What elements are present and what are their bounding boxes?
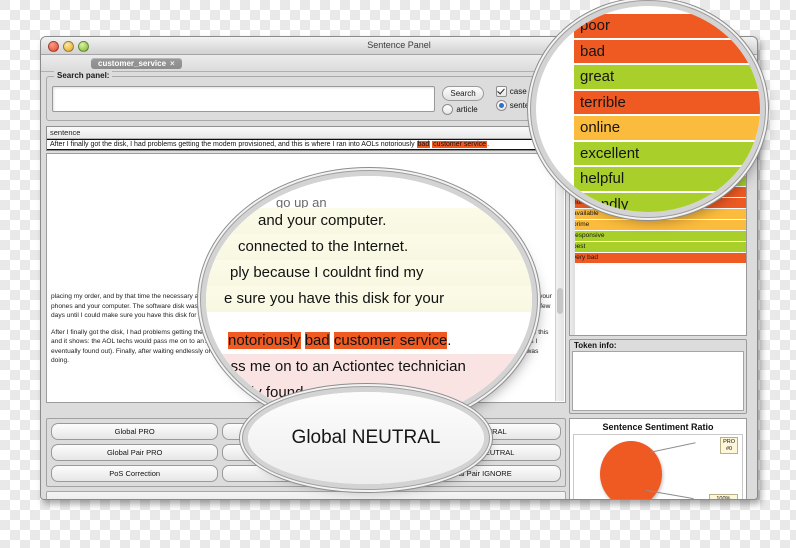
magnified-word-list-item: poor xyxy=(574,14,760,40)
tab-label: customer_service xyxy=(98,58,167,68)
magnified-word-list-item: bad xyxy=(574,39,760,65)
pie-callout-contra: 100% CONTRA xyxy=(708,494,738,500)
radio-article[interactable]: article xyxy=(442,104,483,115)
magnified-line-4: ply because I couldnt find my xyxy=(206,260,532,286)
magnified-line-3: connected to the Internet. xyxy=(206,234,532,260)
magnifier-lens-button-content: Global NEUTRAL xyxy=(248,392,484,484)
word-list-item[interactable]: prime xyxy=(570,220,746,231)
radio-article-label: article xyxy=(456,105,478,114)
pie-callout-pro-line1: PRO xyxy=(723,439,735,445)
search-input[interactable] xyxy=(53,87,435,111)
radio-article-icon[interactable] xyxy=(442,104,454,115)
table-row-negative-token-2: customer service xyxy=(432,141,488,148)
magnified-word-list-item: helpful xyxy=(574,167,760,193)
magnifier-lens-word-list: poor bad great terrible online excellent helpf… xyxy=(536,6,760,212)
magnifier-lens-document-content: go up an and your computer. connected to… xyxy=(206,176,532,424)
search-input-wrapper[interactable] xyxy=(52,86,436,112)
document-scrollbar-thumb[interactable] xyxy=(557,287,563,314)
magnified-token-period: . xyxy=(447,332,452,349)
table-column-header-sentence: sentence xyxy=(47,127,565,139)
magnified-line-2: and your computer. xyxy=(206,208,532,234)
magnified-word-list-item: online xyxy=(574,116,760,142)
magnified-line-1: go up an xyxy=(276,195,327,208)
sentence-results-table: sentence After I finally got the disk, I… xyxy=(46,126,566,151)
chart-plot-area: PRO #0 100% CONTRA xyxy=(573,434,743,500)
pie-callout-pro-line2: #0 xyxy=(725,445,733,452)
table-row-text: After I finally got the disk, I had prob… xyxy=(50,141,417,148)
maximize-icon[interactable] xyxy=(78,41,89,52)
table-row-negative-token-1: bad xyxy=(416,141,431,148)
search-panel: Search panel: Search article case sensit… xyxy=(46,71,566,121)
checkbox-case-sensitive-icon[interactable] xyxy=(495,86,507,97)
chart-title: Sentence Sentiment Ratio xyxy=(602,422,714,432)
window-controls[interactable] xyxy=(48,41,89,52)
pie-callout-contra-line1: 100% xyxy=(716,496,731,500)
magnified-word-list-item: terrible xyxy=(574,90,760,116)
pie-leader-line-pro xyxy=(650,442,696,453)
magnified-line-6: notoriously bad customer service. xyxy=(206,328,532,354)
radio-sentence-icon[interactable] xyxy=(495,100,507,111)
word-list-item[interactable]: responsive xyxy=(570,231,746,242)
search-button[interactable]: Search xyxy=(442,86,484,101)
magnifier-lens-button: Global NEUTRAL xyxy=(248,392,484,484)
magnified-global-neutral-label: Global NEUTRAL xyxy=(291,427,441,448)
search-row: Search article case sensitive sentence xyxy=(52,86,560,115)
word-list-item[interactable]: best xyxy=(570,242,746,253)
token-info-title: Token info: xyxy=(574,341,617,350)
document-scrollbar[interactable] xyxy=(555,155,564,401)
magnified-token-customer-service: customer service xyxy=(333,332,448,349)
magnified-line-5: e sure you have this disk for your xyxy=(206,286,532,312)
table-row-suffix: . xyxy=(487,141,490,148)
global-pair-pro-button[interactable]: Global Pair PRO xyxy=(51,444,219,461)
magnified-line-7: pass me on to an Actiontec technician xyxy=(206,354,532,380)
sentiment-ratio-chart: Sentence Sentiment Ratio PRO #0 100% CON… xyxy=(569,418,747,500)
global-pro-button[interactable]: Global PRO xyxy=(51,423,219,440)
magnifier-lens-document: go up an and your computer. connected to… xyxy=(206,176,532,424)
pie-callout-pro: PRO #0 xyxy=(720,437,738,454)
minimize-icon[interactable] xyxy=(63,41,74,52)
magnified-document-text: go up an and your computer. connected to… xyxy=(206,190,532,424)
magnified-word-list-item: excellent xyxy=(574,141,760,167)
magnified-word-list-item: great xyxy=(574,65,760,91)
table-row[interactable]: After I finally got the disk, I had prob… xyxy=(47,139,565,150)
status-bar xyxy=(46,491,566,499)
search-panel-title: Search panel: xyxy=(54,71,113,80)
close-icon[interactable] xyxy=(48,41,59,52)
word-list-item[interactable]: very bad xyxy=(570,253,746,264)
tab-customer-service[interactable]: customer_service × xyxy=(91,57,182,69)
magnified-token-bad: bad xyxy=(304,332,330,349)
pos-correction-button[interactable]: PoS Correction xyxy=(51,465,219,482)
search-buttons-col: Search article xyxy=(442,86,484,115)
magnifier-lens-word-list-content: poor bad great terrible online excellent helpf… xyxy=(574,14,760,212)
token-info-content[interactable] xyxy=(572,351,744,411)
token-info-panel: Token info: xyxy=(569,339,747,414)
screenshot-stage: Sentence Panel customer_service × Search… xyxy=(0,0,796,548)
magnified-word-list-item: friendly xyxy=(574,192,760,212)
magnified-gap xyxy=(206,312,532,328)
magnified-token-notoriously: notoriously xyxy=(228,332,301,349)
tab-close-icon[interactable]: × xyxy=(170,59,175,68)
